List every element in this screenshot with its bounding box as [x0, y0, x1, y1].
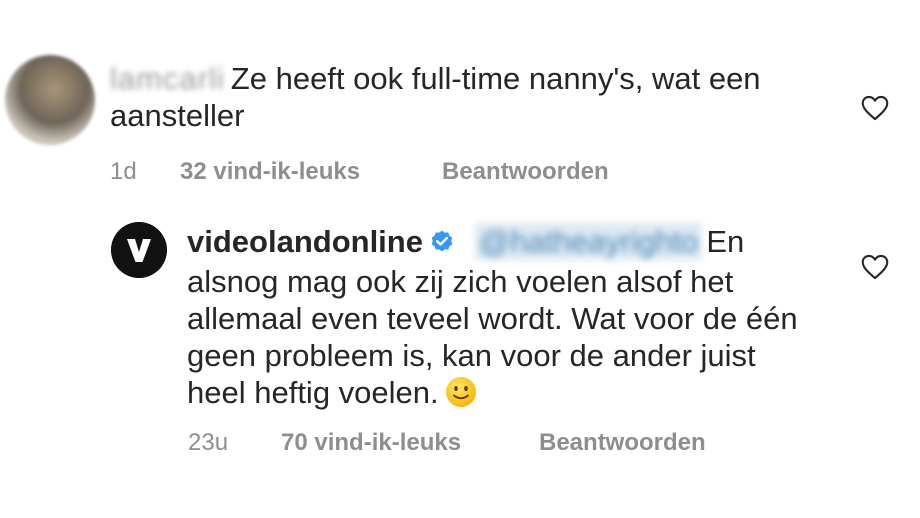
- smiling-face-emoji-icon: [445, 376, 477, 408]
- verified-badge-icon: [429, 226, 455, 263]
- videoland-logo-icon: [111, 222, 167, 278]
- likes-count[interactable]: 32 vind-ik-leuks: [180, 158, 360, 186]
- heart-icon[interactable]: [861, 254, 889, 280]
- reply-button[interactable]: Beantwoorden: [539, 429, 706, 457]
- likes-count[interactable]: 70 vind-ik-leuks: [281, 429, 461, 457]
- username-blurred[interactable]: lamcarli: [110, 60, 225, 97]
- comment-body: lamcarli Ze heeft ook full-time nanny's, …: [110, 60, 830, 134]
- avatar[interactable]: [5, 55, 95, 145]
- timestamp[interactable]: 1d: [110, 158, 137, 186]
- username[interactable]: videolandonline: [187, 224, 423, 259]
- mention-blurred[interactable]: @hatheayrighto: [474, 223, 703, 260]
- heart-icon[interactable]: [861, 95, 889, 121]
- avatar[interactable]: [111, 222, 167, 278]
- comment-body: videolandonline @hatheayrighto En alsnog m…: [187, 223, 807, 411]
- reply-button[interactable]: Beantwoorden: [442, 158, 609, 186]
- timestamp[interactable]: 23u: [188, 429, 228, 457]
